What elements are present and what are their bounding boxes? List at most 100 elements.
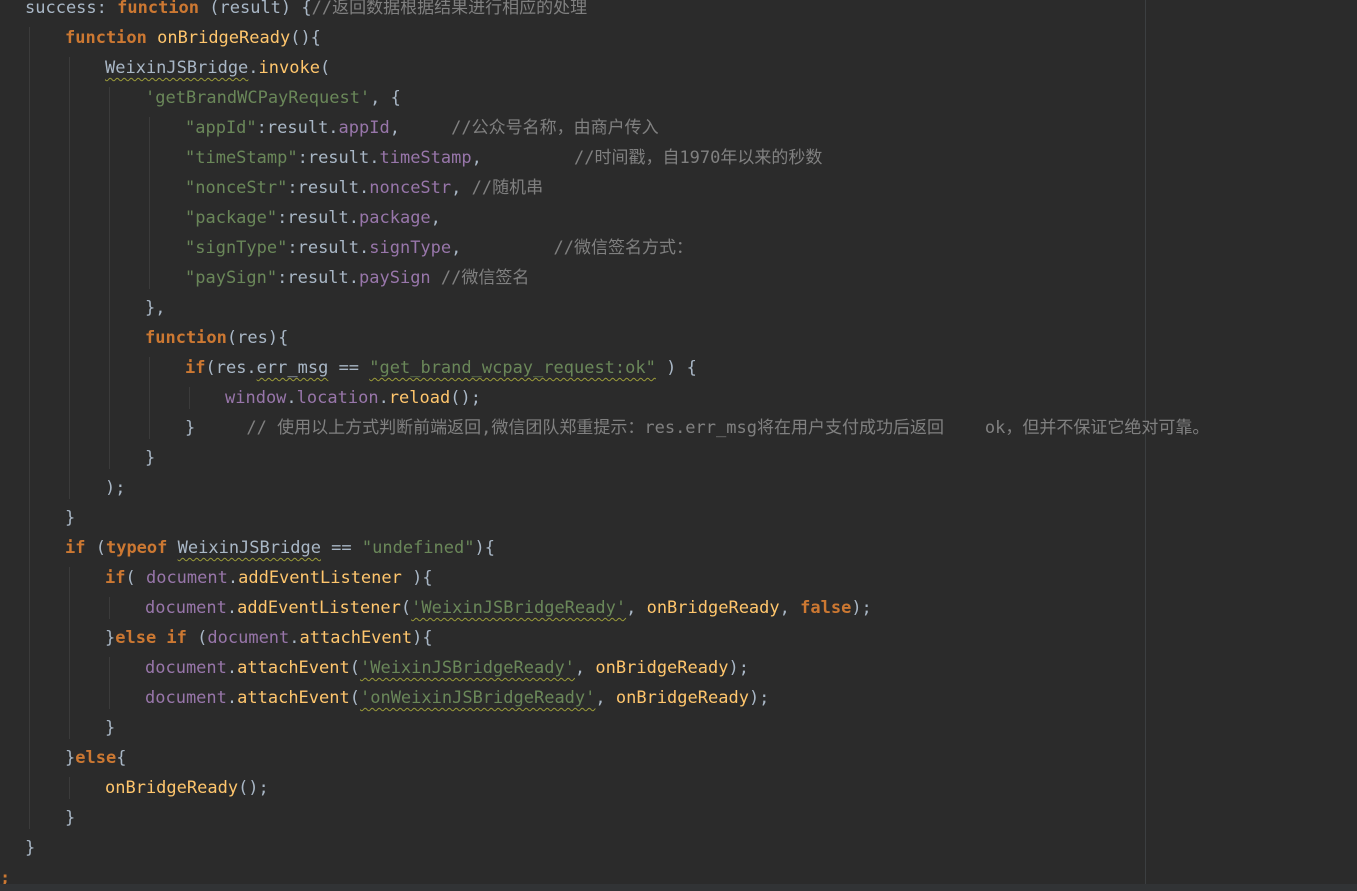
code-line[interactable]: } — [105, 713, 115, 743]
code-line[interactable]: }else if (document.attachEvent){ — [105, 623, 433, 653]
code-line[interactable]: } // 使用以上方式判断前端返回,微信团队郑重提示：res.err_msg将在… — [185, 413, 1209, 443]
code-token: //微信签名方式： — [553, 238, 693, 258]
code-line[interactable]: if(res.err_msg == "get_brand_wcpay_reque… — [185, 353, 697, 383]
code-token: err_msg — [256, 358, 329, 378]
code-token: attachEvent — [237, 688, 350, 708]
code-token: onBridgeReady — [615, 688, 749, 708]
code-token: else — [75, 748, 117, 768]
code-token: ){ — [401, 568, 433, 588]
indent-guide-line — [189, 387, 190, 409]
code-token: , — [451, 178, 472, 198]
code-token: nonceStr — [369, 178, 452, 198]
code-token: . — [286, 388, 297, 408]
code-token: } — [25, 838, 36, 858]
code-token: (); — [238, 778, 269, 798]
code-token: } — [65, 508, 76, 528]
code-token: function — [145, 328, 227, 348]
code-line[interactable]: ); — [105, 473, 125, 503]
code-line[interactable]: }else{ — [65, 743, 126, 773]
code-token: onBridgeReady — [595, 658, 729, 678]
code-token: onBridgeReady — [646, 598, 780, 618]
code-line[interactable]: document.addEventListener('WeixinJSBridg… — [145, 593, 872, 623]
code-token: else if — [115, 628, 187, 648]
code-token: ( — [319, 58, 331, 78]
code-token: attachEvent — [299, 628, 413, 648]
code-token: location — [296, 388, 379, 408]
code-token: // 使用以上方式判断前端返回,微信团队郑重提示：res.err_msg将在用户… — [246, 418, 1210, 438]
indent-guide-line — [109, 657, 110, 709]
code-line[interactable]: "signType":result.signType, //微信签名方式： — [185, 233, 693, 263]
code-token: . — [248, 58, 259, 78]
code-token: }, — [145, 298, 166, 318]
code-token: , — [574, 658, 596, 678]
code-token: paySign — [359, 268, 431, 288]
code-line[interactable]: "paySign":result.paySign //微信签名 — [185, 263, 529, 293]
code-token: window — [225, 388, 287, 408]
code-line[interactable]: onBridgeReady(); — [105, 773, 269, 803]
code-line[interactable]: }, — [145, 293, 165, 323]
code-line[interactable]: "nonceStr":result.nonceStr, //随机串 — [185, 173, 543, 203]
code-line[interactable]: "appId":result.appId, //公众号名称，由商户传入 — [185, 113, 659, 143]
code-token: :result. — [256, 118, 339, 138]
code-line[interactable]: "timeStamp":result.timeStamp, //时间戳，自197… — [185, 143, 822, 173]
code-token: } — [145, 448, 156, 468]
code-line[interactable]: if (typeof WeixinJSBridge == "undefined"… — [65, 533, 495, 563]
indent-guide-line — [69, 777, 70, 799]
code-token: : — [96, 0, 118, 18]
code-token: :result. — [287, 238, 370, 258]
code-token: if — [105, 568, 126, 588]
code-line[interactable]: success: function (result) {//返回数据根据结果进行… — [25, 0, 587, 23]
code-token: ){ — [474, 538, 495, 558]
code-editor[interactable]: success: function (result) {//返回数据根据结果进行… — [0, 0, 1357, 891]
code-token: ) { — [655, 358, 697, 378]
code-line[interactable]: 'getBrandWCPayRequest', { — [145, 83, 401, 113]
code-line[interactable]: document.attachEvent('WeixinJSBridgeRead… — [145, 653, 749, 683]
code-line[interactable]: window.location.reload(); — [225, 383, 481, 413]
code-token: "appId" — [185, 118, 257, 138]
code-token: :result. — [277, 268, 360, 288]
code-token: , — [389, 118, 452, 138]
code-line[interactable]: } — [25, 833, 35, 863]
code-token: if — [185, 358, 206, 378]
code-token: "nonceStr" — [185, 178, 288, 198]
code-token: false — [800, 598, 852, 618]
code-token: onBridgeReady — [105, 778, 239, 798]
code-line[interactable]: } — [65, 803, 75, 833]
code-token: ){ — [412, 628, 433, 648]
code-token: (); — [450, 388, 481, 408]
indent-guide-line — [149, 357, 150, 439]
code-token: (result) { — [199, 0, 312, 18]
code-token: if — [65, 538, 86, 558]
code-token: , — [471, 148, 574, 168]
indent-guide-line — [69, 567, 70, 739]
code-token: , — [595, 688, 616, 708]
code-token: == — [320, 538, 362, 558]
code-token: { — [116, 748, 127, 768]
code-token: typeof — [105, 538, 168, 558]
code-token: addEventListener — [237, 598, 401, 618]
code-token: "package" — [185, 208, 278, 228]
code-token: package — [359, 208, 431, 228]
code-line[interactable]: function(res){ — [145, 323, 288, 353]
code-token: , { — [370, 88, 401, 108]
code-token: WeixinJSBridge — [177, 538, 321, 558]
code-line[interactable]: if( document.addEventListener ){ — [105, 563, 433, 593]
horizontal-scrollbar[interactable] — [0, 884, 1357, 891]
code-token: addEventListener — [238, 568, 402, 588]
code-token: :result. — [277, 208, 360, 228]
code-token: WeixinJSBridge — [105, 58, 249, 78]
code-token: } — [65, 748, 76, 768]
code-token: , — [430, 208, 441, 228]
code-token: signType — [369, 238, 452, 258]
code-token: document — [145, 598, 227, 618]
code-line[interactable]: } — [145, 443, 155, 473]
code-line[interactable]: "package":result.package, — [185, 203, 441, 233]
code-token: (res. — [205, 358, 257, 378]
code-token: , — [626, 598, 647, 618]
code-line[interactable]: WeixinJSBridge.invoke( — [105, 53, 330, 83]
code-line[interactable]: function onBridgeReady(){ — [65, 23, 321, 53]
code-line[interactable]: document.attachEvent('onWeixinJSBridgeRe… — [145, 683, 769, 713]
code-line[interactable]: } — [65, 503, 75, 533]
code-token: == — [328, 358, 370, 378]
